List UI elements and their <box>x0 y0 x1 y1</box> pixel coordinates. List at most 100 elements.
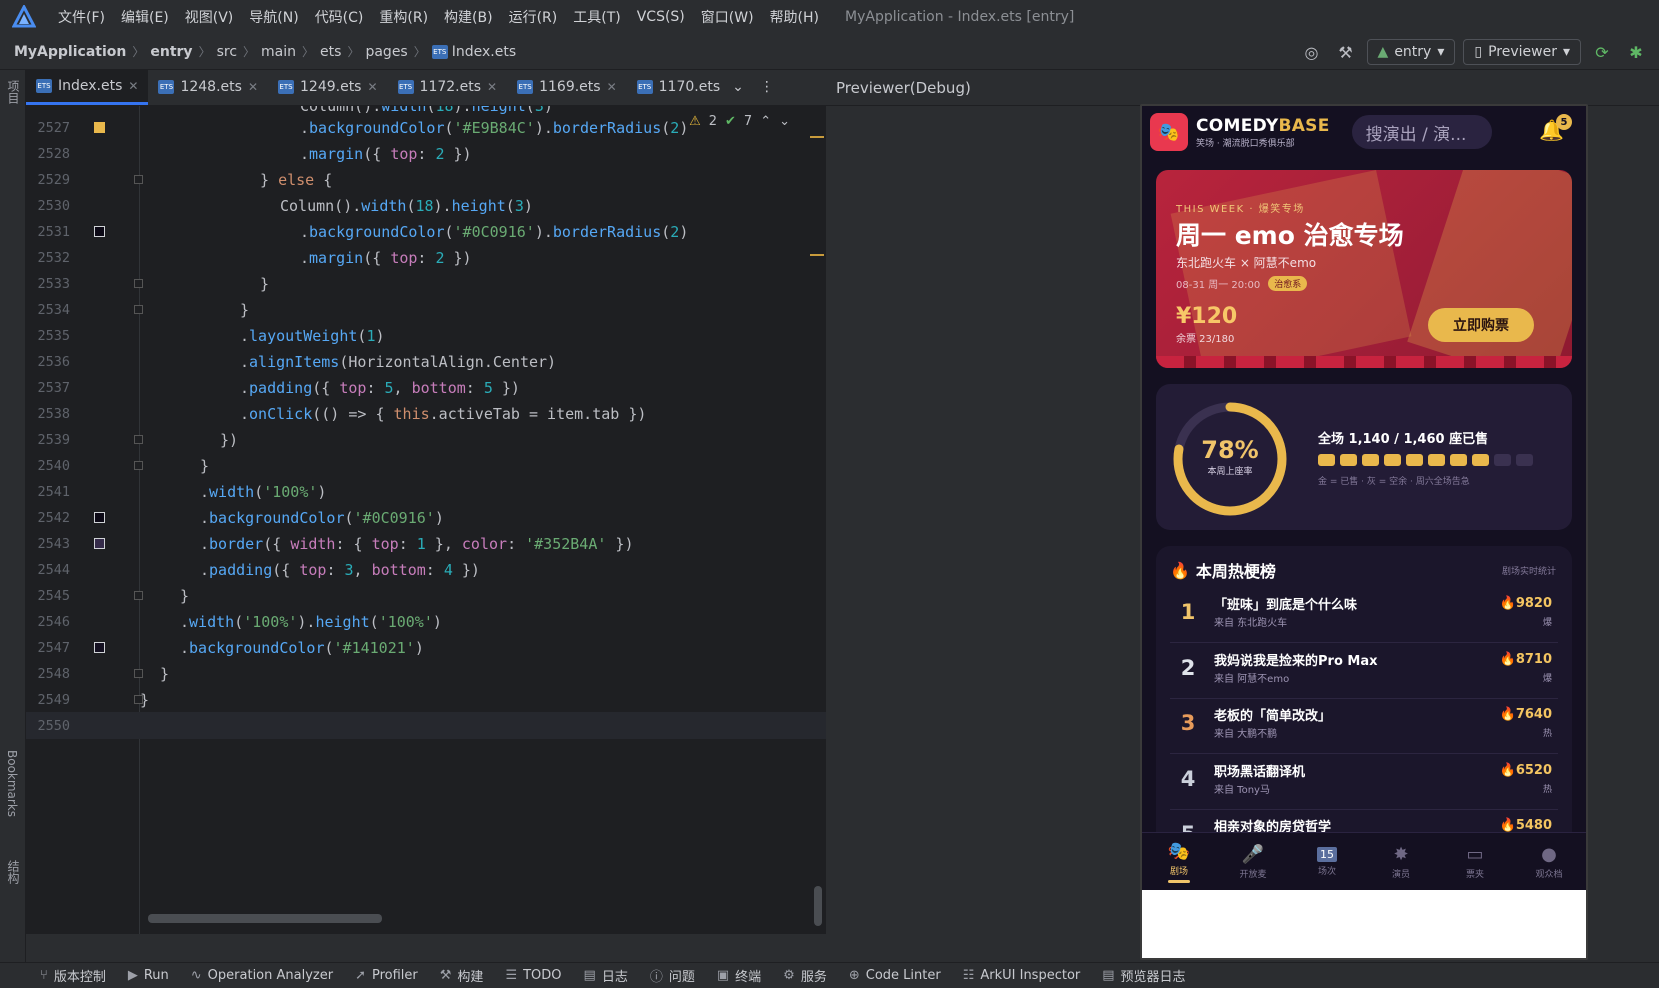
tab-1172-ets[interactable]: ETS 1172.ets ✕ <box>388 69 508 105</box>
run-tool-button[interactable]: ▶ Run <box>128 968 169 983</box>
target-icon[interactable]: ◎ <box>1299 39 1325 65</box>
color-swatch-icon[interactable] <box>94 226 105 238</box>
bottom-tab-user[interactable]: ● 观众档 <box>1512 833 1586 890</box>
hot-list-row[interactable]: 1 「班味」到底是个什么味 来自 东北跑火车 🔥9820 爆 <box>1170 588 1558 643</box>
line-number[interactable]: 2535 <box>26 328 70 344</box>
device-selector[interactable]: ▯ Previewer ▾ <box>1463 39 1581 65</box>
debug-bug-icon[interactable]: ✱ <box>1623 39 1649 65</box>
rerun-icon[interactable]: ⟳ <box>1589 39 1615 65</box>
bottom-tab-theater[interactable]: 🎭 剧场 <box>1142 833 1216 890</box>
menu-build[interactable]: 构建(B) <box>436 7 501 27</box>
line-number[interactable]: 2545 <box>26 588 70 604</box>
line-number[interactable]: 2543 <box>26 536 70 552</box>
hot-list-row[interactable]: 3 老板的「简单改改」 来自 大鹏不鹏 🔥7640 热 <box>1170 699 1558 754</box>
line-number[interactable]: 2537 <box>26 380 70 396</box>
line-number[interactable]: 2546 <box>26 614 70 630</box>
close-icon[interactable]: ✕ <box>128 79 138 93</box>
close-icon[interactable]: ✕ <box>367 80 377 94</box>
breadcrumb-src[interactable]: src <box>217 44 237 60</box>
color-swatch-icon[interactable] <box>94 538 105 550</box>
color-swatch-icon[interactable] <box>94 642 105 654</box>
tab-index-ets[interactable]: ETS Index.ets ✕ <box>26 69 149 105</box>
tab-1169-ets[interactable]: ETS 1169.ets ✕ <box>507 69 627 105</box>
warning-marker[interactable] <box>810 136 824 138</box>
line-number[interactable]: 2529 <box>26 172 70 188</box>
line-number[interactable]: 2542 <box>26 510 70 526</box>
hot-list-row[interactable]: 2 我妈说我是捡来的Pro Max 来自 阿慧不emo 🔥8710 爆 <box>1170 644 1558 699</box>
line-number[interactable]: 2544 <box>26 562 70 578</box>
line-number[interactable]: 2539 <box>26 432 70 448</box>
services-tool-button[interactable]: ⚙ 服务 <box>783 966 827 985</box>
menu-vcs[interactable]: VCS(S) <box>629 9 693 25</box>
tab-overflow-chevron-icon[interactable]: ⌄ <box>724 69 752 105</box>
close-icon[interactable]: ✕ <box>607 80 617 94</box>
close-icon[interactable]: ✕ <box>248 80 258 94</box>
menu-view[interactable]: 视图(V) <box>177 7 242 27</box>
terminal-tool-button[interactable]: ▣ 终端 <box>717 966 761 985</box>
todo-tool-button[interactable]: ☰ TODO <box>505 968 561 983</box>
tab-1170-ets[interactable]: ETS 1170.ets <box>627 69 724 105</box>
buy-ticket-button[interactable]: 立即购票 <box>1428 308 1534 342</box>
menu-edit[interactable]: 编辑(E) <box>113 7 177 27</box>
menu-tools[interactable]: 工具(T) <box>565 7 628 27</box>
menu-window[interactable]: 窗口(W) <box>693 7 762 27</box>
menu-file[interactable]: 文件(F) <box>50 7 113 27</box>
bottom-tab-calendar[interactable]: 15 场次 <box>1290 833 1364 890</box>
line-number[interactable]: 2528 <box>26 146 70 162</box>
breadcrumb-file[interactable]: ETS Index.ets <box>431 44 516 60</box>
log-tool-button[interactable]: ▤ 日志 <box>584 966 628 985</box>
line-number[interactable]: 2541 <box>26 484 70 500</box>
tab-1249-ets[interactable]: ETS 1249.ets ✕ <box>268 69 388 105</box>
menu-help[interactable]: 帮助(H) <box>762 7 827 27</box>
line-number[interactable]: 2530 <box>26 198 70 214</box>
breadcrumb-module[interactable]: entry <box>150 44 192 60</box>
breadcrumb-ets[interactable]: ets <box>320 44 341 60</box>
line-number[interactable]: 2533 <box>26 276 70 292</box>
version-control-tool-button[interactable]: ⑂ 版本控制 <box>40 966 106 985</box>
color-swatch-icon[interactable] <box>94 512 105 524</box>
line-number[interactable]: 2547 <box>26 640 70 656</box>
line-number[interactable]: 2534 <box>26 302 70 318</box>
project-tool-button[interactable]: 项目 <box>5 80 22 104</box>
search-input[interactable]: 搜演出 / 演... <box>1351 115 1492 149</box>
line-number[interactable]: 2536 <box>26 354 70 370</box>
hot-list-row[interactable]: 4 职场黑话翻译机 来自 Tony马 🔥6520 热 <box>1170 755 1558 810</box>
line-number[interactable]: 2548 <box>26 666 70 682</box>
tab-1248-ets[interactable]: ETS 1248.ets ✕ <box>148 69 268 105</box>
bookmarks-tool-button[interactable]: Bookmarks <box>5 750 19 817</box>
breadcrumb-main[interactable]: main <box>261 44 296 60</box>
arkui-inspector-tool-button[interactable]: ☷ ArkUI Inspector <box>963 968 1081 983</box>
module-selector[interactable]: ▲ entry ▾ <box>1366 39 1456 65</box>
warning-marker[interactable] <box>810 254 824 256</box>
code-editor[interactable]: ⚠2 ✔7 ⌃ ⌄ Column().width(18).height(3) 2… <box>26 106 826 934</box>
bottom-tab-star[interactable]: ✸ 演员 <box>1364 833 1438 890</box>
device-preview[interactable]: 🎭 COMEDYBASE 笑场 · 潮流脱口秀俱乐部 搜演出 / 演... 🔔 … <box>1140 104 1588 960</box>
line-number[interactable]: 2540 <box>26 458 70 474</box>
menu-code[interactable]: 代码(C) <box>307 7 372 27</box>
close-icon[interactable]: ✕ <box>487 80 497 94</box>
bottom-tab-ticket[interactable]: ▭ 票夹 <box>1438 833 1512 890</box>
color-swatch-icon[interactable] <box>94 122 105 134</box>
bottom-tab-mic[interactable]: 🎤 开放麦 <box>1216 833 1290 890</box>
menu-run[interactable]: 运行(R) <box>501 7 566 27</box>
menu-navigate[interactable]: 导航(N) <box>241 7 306 27</box>
profiler-tool-button[interactable]: ➚ Profiler <box>355 968 418 983</box>
horizontal-scrollbar[interactable] <box>148 914 382 923</box>
hammer-icon[interactable]: ⚒ <box>1333 39 1359 65</box>
featured-show-banner[interactable]: THIS WEEK · 爆笑专场 周一 emo 治愈专场 东北跑火车 × 阿慧不… <box>1156 170 1572 368</box>
line-number[interactable]: 2532 <box>26 250 70 266</box>
line-number[interactable]: 2549 <box>26 692 70 708</box>
line-number[interactable]: 2531 <box>26 224 70 240</box>
build-tool-button[interactable]: ⚒ 构建 <box>440 966 484 985</box>
menu-refactor[interactable]: 重构(R) <box>371 7 436 27</box>
vertical-scrollbar[interactable] <box>814 886 822 926</box>
structure-tool-button[interactable]: 结构 <box>5 860 22 884</box>
line-number[interactable]: 2538 <box>26 406 70 422</box>
more-options-icon[interactable]: ⋮ <box>752 69 782 105</box>
line-number[interactable]: 2527 <box>26 120 70 136</box>
breadcrumb-project[interactable]: MyApplication <box>14 44 126 60</box>
code-linter-tool-button[interactable]: ⊕ Code Linter <box>849 968 941 983</box>
operation-analyzer-tool-button[interactable]: ∿ Operation Analyzer <box>191 968 333 983</box>
problems-tool-button[interactable]: ⓘ 问题 <box>650 966 695 985</box>
line-number[interactable]: 2550 <box>26 718 70 734</box>
